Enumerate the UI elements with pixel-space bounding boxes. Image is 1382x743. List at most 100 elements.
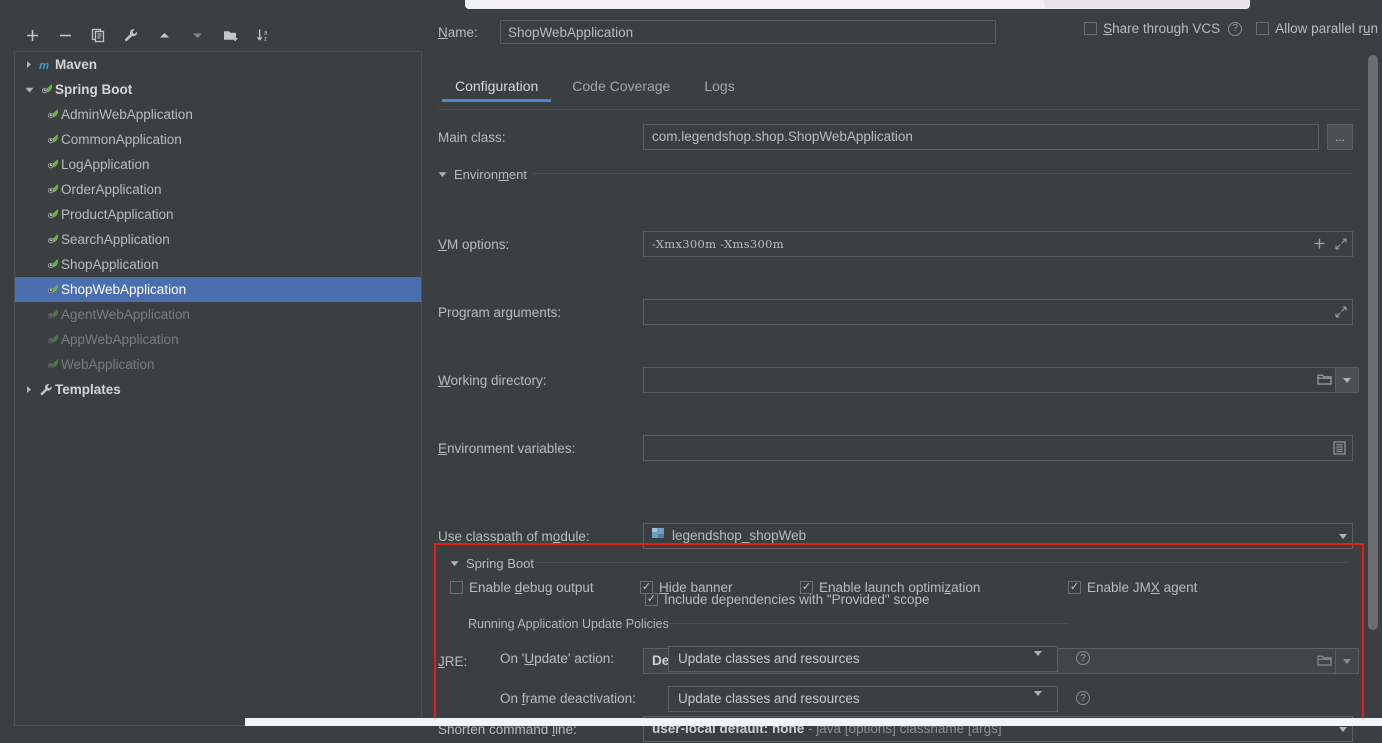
tree-item-label: CommonApplication: [61, 132, 182, 147]
environment-variables-browse-icon[interactable]: [1333, 441, 1346, 455]
hide-banner-box[interactable]: [640, 581, 653, 594]
tree-item-maven[interactable]: m Maven: [15, 52, 421, 77]
tab-configuration[interactable]: Configuration: [438, 78, 555, 102]
on-frame-deactivation-combo[interactable]: Update classes and resources: [668, 686, 1058, 712]
editor-vertical-scrollbar[interactable]: [1368, 55, 1378, 630]
enable-launch-optimization-box[interactable]: [800, 581, 813, 594]
program-arguments-label: Program arguments:: [438, 305, 562, 320]
dialog-title-bar-strip-secondary: [1044, 0, 1250, 8]
move-down-icon[interactable]: [189, 27, 206, 44]
help-icon-on-update-action[interactable]: ?: [1076, 651, 1090, 665]
tab-separator: [438, 109, 1360, 110]
tree-item-label: OrderApplication: [61, 182, 162, 197]
spring-boot-icon: [43, 207, 61, 222]
move-up-icon[interactable]: [156, 27, 173, 44]
name-label: Name:: [438, 24, 478, 40]
tree-item-shopwebapplication[interactable]: ShopWebApplication: [15, 277, 421, 302]
share-vcs-box[interactable]: [1084, 22, 1098, 35]
enable-jmx-agent-box[interactable]: [1068, 581, 1081, 594]
program-arguments-field[interactable]: [643, 299, 1353, 325]
folder-icon-working-directory[interactable]: [1317, 373, 1332, 386]
tree-item-label: ShopApplication: [61, 257, 159, 272]
help-icon-share-vcs[interactable]: ?: [1228, 21, 1243, 36]
working-directory-dropdown-button[interactable]: [1335, 367, 1359, 393]
enable-debug-output-checkbox[interactable]: Enable debug output: [450, 580, 640, 595]
enable-launch-optimization-label: Enable launch optimization: [819, 580, 981, 595]
tree-item-label: Spring Boot: [55, 82, 133, 97]
spring-boot-section-header[interactable]: Spring Boot: [450, 556, 534, 571]
tree-item-webapplication[interactable]: WebApplication: [15, 352, 421, 377]
help-icon-on-frame-deactivation[interactable]: ?: [1076, 691, 1090, 705]
tree-item-appwebapplication[interactable]: AppWebApplication: [15, 327, 421, 352]
enable-debug-output-label: Enable debug output: [469, 580, 594, 595]
allow-parallel-box[interactable]: [1256, 22, 1270, 35]
tree-item-label: SearchApplication: [61, 232, 170, 247]
enable-jmx-agent-label: Enable JMX agent: [1087, 580, 1198, 595]
collapse-triangle-icon[interactable]: [438, 167, 447, 182]
editor-tabs: Configuration Code Coverage Logs: [438, 78, 752, 102]
tree-item-label: ProductApplication: [61, 207, 174, 222]
spring-boot-icon: [43, 257, 61, 272]
spring-boot-icon: [43, 157, 61, 172]
add-macro-icon[interactable]: [1313, 237, 1326, 250]
tree-item-label: WebApplication: [61, 357, 155, 372]
enable-launch-optimization-checkbox[interactable]: Enable launch optimization: [800, 580, 1068, 595]
tab-code-coverage[interactable]: Code Coverage: [555, 78, 687, 102]
header-options: Share through VCS ? Allow parallel run: [1084, 21, 1378, 36]
expand-triangle-right-icon[interactable]: [21, 385, 37, 394]
working-directory-row: Working directory:: [429, 367, 1382, 394]
environment-section-label: Environment: [454, 167, 527, 182]
program-arguments-row: Program arguments:: [429, 299, 1382, 326]
svg-text:z: z: [264, 36, 267, 42]
on-update-action-combo[interactable]: Update classes and resources: [668, 646, 1058, 672]
spring-boot-icon: [43, 307, 61, 322]
tree-item-spring-boot[interactable]: Spring Boot: [15, 77, 421, 102]
main-class-field[interactable]: com.legendshop.shop.ShopWebApplication: [643, 124, 1319, 150]
share-through-vcs-checkbox[interactable]: Share through VCS: [1084, 21, 1220, 36]
tree-item-productapplication[interactable]: ProductApplication: [15, 202, 421, 227]
chevron-down-icon-classpath[interactable]: [1339, 534, 1347, 539]
wrench-icon[interactable]: [123, 27, 140, 44]
tab-logs[interactable]: Logs: [687, 78, 751, 102]
environment-variables-field[interactable]: [643, 435, 1353, 461]
svg-text:a: a: [264, 30, 268, 36]
main-class-label: Main class:: [438, 130, 506, 145]
tree-item-commonapplication[interactable]: CommonApplication: [15, 127, 421, 152]
expand-editor-icon-program-args[interactable]: [1335, 306, 1347, 318]
tree-item-searchapplication[interactable]: SearchApplication: [15, 227, 421, 252]
working-directory-field[interactable]: [643, 367, 1353, 393]
spring-boot-icon: [43, 282, 61, 297]
configurations-tree[interactable]: m Maven Spring Boot AdminWebApplication Comm…: [14, 51, 422, 726]
expand-triangle-down-icon[interactable]: [21, 86, 37, 94]
tree-item-adminwebapplication[interactable]: AdminWebApplication: [15, 102, 421, 127]
main-class-browse-button[interactable]: ...: [1327, 124, 1353, 150]
remove-icon[interactable]: [57, 27, 74, 44]
maven-icon: m: [37, 58, 55, 72]
sort-alphabetically-icon[interactable]: a z: [255, 27, 272, 44]
hide-banner-label: Hide banner: [659, 580, 733, 595]
tree-item-agentwebapplication[interactable]: AgentWebApplication: [15, 302, 421, 327]
chevron-down-icon-on-update[interactable]: [1034, 651, 1042, 671]
enable-jmx-agent-checkbox[interactable]: Enable JMX agent: [1068, 580, 1197, 595]
hide-banner-checkbox[interactable]: Hide banner: [640, 580, 800, 595]
name-input[interactable]: [500, 20, 996, 44]
new-folder-icon[interactable]: [222, 27, 239, 44]
environment-section-header[interactable]: Environment: [438, 167, 527, 182]
expand-triangle-right-icon[interactable]: [21, 60, 37, 69]
spring-boot-options-row: Enable debug output Hide banner Enable l…: [450, 580, 1197, 595]
allow-parallel-run-checkbox[interactable]: Allow parallel run: [1256, 21, 1378, 36]
tree-item-shopapplication[interactable]: ShopApplication: [15, 252, 421, 277]
vm-options-field[interactable]: -Xmx300m -Xms300m: [643, 231, 1353, 257]
chevron-down-icon-on-frame[interactable]: [1034, 691, 1042, 711]
expand-editor-icon[interactable]: [1335, 238, 1347, 250]
copy-icon[interactable]: [90, 27, 107, 44]
add-icon[interactable]: [24, 27, 41, 44]
tree-item-logapplication[interactable]: LogApplication: [15, 152, 421, 177]
chevron-down-icon-shorten[interactable]: [1339, 727, 1347, 732]
enable-debug-output-box[interactable]: [450, 581, 463, 594]
on-frame-deactivation-label: On frame deactivation:: [500, 691, 636, 706]
environment-variables-row: Environment variables:: [429, 435, 1382, 462]
tree-item-templates[interactable]: Templates: [15, 377, 421, 402]
tree-item-orderapplication[interactable]: OrderApplication: [15, 177, 421, 202]
collapse-triangle-icon-spring-boot[interactable]: [450, 556, 459, 571]
